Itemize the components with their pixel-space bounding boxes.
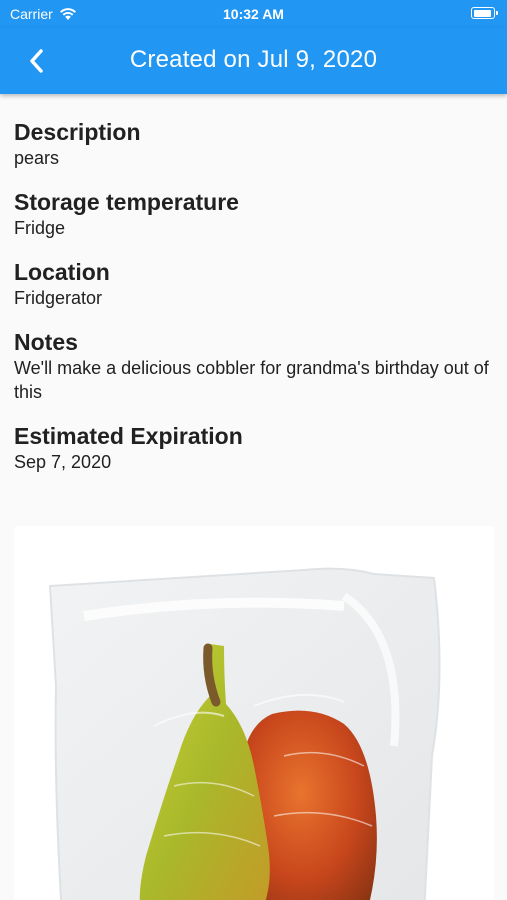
page-title: Created on Jul 9, 2020	[129, 46, 378, 73]
notes-label: Notes	[14, 329, 78, 355]
field-storage-temperature: Storage temperature Fridge	[14, 188, 494, 240]
estimated-expiration-value: Sep 7, 2020	[14, 452, 112, 472]
location-label: Location	[14, 259, 110, 285]
app-bar: Created on Jul 9, 2020	[0, 28, 507, 94]
location-value: Fridgerator	[14, 288, 103, 308]
status-time: 10:32 AM	[223, 6, 284, 22]
description-value: pears	[14, 148, 60, 168]
item-details: Description pears Storage temperature Fr…	[14, 118, 494, 492]
field-notes: Notes We'll make a delicious cobbler for…	[14, 328, 494, 404]
field-location: Location Fridgerator	[14, 258, 494, 310]
description-label: Description	[14, 119, 141, 145]
status-bar: Carrier 10:32 AM	[0, 0, 507, 28]
estimated-expiration-label: Estimated Expiration	[14, 423, 243, 449]
battery-icon	[471, 7, 498, 19]
battery-level	[473, 9, 491, 17]
pears-photo	[14, 526, 494, 900]
field-estimated-expiration: Estimated Expiration Sep 7, 2020	[14, 422, 494, 474]
notes-value: We'll make a delicious cobbler for grand…	[14, 358, 489, 402]
storage-temperature-label: Storage temperature	[14, 189, 239, 215]
storage-temperature-value: Fridge	[14, 218, 66, 238]
item-photo	[14, 526, 494, 900]
field-description: Description pears	[14, 118, 494, 170]
